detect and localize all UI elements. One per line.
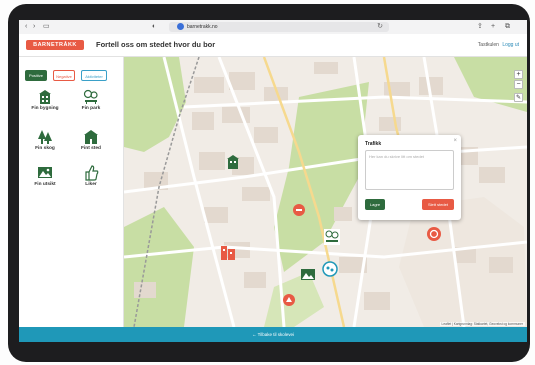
filter-activities-button[interactable]: Aktiviteter bbox=[81, 70, 107, 81]
building-icon bbox=[39, 90, 51, 104]
category-fin-skog[interactable]: Fin skog bbox=[27, 129, 63, 159]
delete-place-button[interactable]: Slett stedet bbox=[422, 199, 454, 210]
place-description-input[interactable] bbox=[365, 150, 454, 190]
category-fint-sted[interactable]: Fint sted bbox=[73, 129, 109, 159]
url-text: barnetrakk.no bbox=[187, 24, 218, 30]
logout-link[interactable]: Logg ut bbox=[502, 42, 519, 48]
reload-icon[interactable]: ↻ bbox=[377, 22, 383, 30]
map-marker-view-icon[interactable] bbox=[300, 267, 316, 283]
filter-negative-button[interactable]: Negative bbox=[53, 70, 75, 81]
map-marker-danger-icon[interactable] bbox=[426, 226, 442, 242]
filter-positive-button[interactable]: Positive bbox=[25, 70, 47, 81]
place-popup: Trafikk × Lagre Slett stedet bbox=[358, 135, 461, 220]
map-marker-activity-icon[interactable] bbox=[322, 261, 338, 277]
browser-toolbar: ‹ › ▭ ◐ barnetrakk.no ↻ ⇪ + ⧉ bbox=[19, 20, 527, 35]
category-label: Fin utsikt bbox=[34, 182, 56, 187]
map-attribution: Leaflet | Kartgrunnlag: Statkartet, Geov… bbox=[439, 322, 525, 326]
category-label: Liker bbox=[85, 182, 97, 187]
map-marker-traffic-icon[interactable] bbox=[282, 293, 296, 307]
header-links: Tastkulen Logg ut bbox=[478, 41, 519, 49]
tablet-screen: ‹ › ▭ ◐ barnetrakk.no ↻ ⇪ + ⧉ BARNETRÅKK… bbox=[19, 20, 527, 342]
category-label: Fin skog bbox=[35, 146, 55, 151]
map-marker-park-icon[interactable] bbox=[323, 228, 341, 246]
category-liker[interactable]: Liker bbox=[73, 165, 109, 195]
map-marker-building-icon[interactable] bbox=[225, 154, 241, 170]
category-label: Fin park bbox=[81, 106, 101, 111]
forest-icon bbox=[38, 130, 52, 144]
address-bar[interactable]: barnetrakk.no ↻ bbox=[169, 22, 389, 32]
logo-text: BARNETRÅKK bbox=[33, 42, 77, 48]
site-icon bbox=[177, 23, 184, 30]
category-fin-utsikt[interactable]: Fin utsikt bbox=[27, 165, 63, 195]
place-icon bbox=[84, 130, 98, 144]
category-fin-park[interactable]: Fin park bbox=[73, 89, 109, 119]
zoom-in-button[interactable]: + bbox=[514, 70, 523, 79]
popup-title: Trafikk bbox=[365, 141, 382, 147]
sidebar-icon[interactable]: ▭ bbox=[43, 23, 50, 31]
tabs-icon[interactable]: ⧉ bbox=[505, 23, 510, 31]
thumbs-up-icon bbox=[85, 165, 99, 181]
new-tab-icon[interactable]: + bbox=[491, 23, 495, 31]
map-marker-unsafe-building-icon[interactable] bbox=[219, 243, 237, 261]
forward-icon[interactable]: › bbox=[33, 23, 35, 31]
page-title: Fortell oss om stedet hvor du bor bbox=[96, 40, 216, 49]
shield-icon[interactable]: ◐ bbox=[152, 23, 156, 31]
edit-pencil-icon[interactable]: ✎ bbox=[514, 93, 523, 102]
map-marker-negative-icon[interactable] bbox=[292, 203, 306, 217]
park-icon bbox=[83, 89, 98, 104]
category-label: Fin bygning bbox=[31, 106, 59, 111]
category-sidebar: Positive Negative Aktiviteter Fin bygnin… bbox=[19, 57, 124, 327]
back-icon[interactable]: ‹ bbox=[25, 23, 27, 31]
back-to-route-button[interactable]: ← Tilbake til skolevei bbox=[19, 327, 527, 342]
map-view[interactable]: + − ✎ Leaflet | Kartgrunnlag: Statkartet… bbox=[124, 57, 527, 327]
app-header: BARNETRÅKK Fortell oss om stedet hvor du… bbox=[19, 34, 527, 57]
share-icon[interactable]: ⇪ bbox=[477, 23, 483, 31]
zoom-out-button[interactable]: − bbox=[514, 80, 523, 89]
category-fin-bygning[interactable]: Fin bygning bbox=[27, 89, 63, 119]
map-tiles bbox=[124, 57, 527, 327]
view-icon bbox=[38, 167, 52, 178]
logo[interactable]: BARNETRÅKK bbox=[26, 40, 84, 50]
category-label: Fint sted bbox=[81, 146, 101, 151]
save-button[interactable]: Lagre bbox=[365, 199, 385, 210]
header-link[interactable]: Tastkulen bbox=[478, 42, 499, 48]
close-icon[interactable]: × bbox=[453, 138, 457, 144]
